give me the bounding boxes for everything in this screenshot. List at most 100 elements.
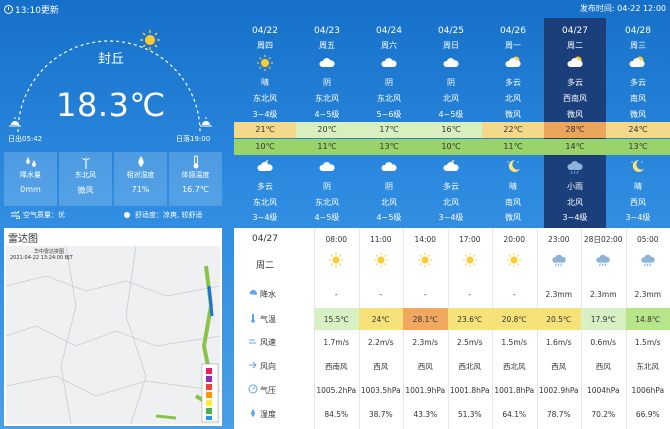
day-weekday: 周一 [505,41,521,50]
radar-map-time: 2021-04-22 13:24:00 BJT [10,255,73,261]
hourly-cell: 1002.9hPa [538,385,579,395]
row-label-text: 气压 [260,385,276,395]
day-wind-level: 4~5级 [314,110,340,119]
hourly-row-wind_speed: 风速 1.7m/s 2.2m/s 2.3m/s 2.5m/s 1.5m/s 1.6m/s 0.… [234,334,670,350]
rain-icon [566,158,584,179]
hourly-cell: 51.3% [457,409,482,419]
hourly-cell: 1.7m/s [323,337,350,347]
hourly-cell: - [423,289,427,299]
hourly-row-icons [234,250,670,270]
hourly-cell: 78.7% [546,409,571,419]
hourly-cell: 2.5m/s [456,337,483,347]
hour-time: 11:00 [369,234,392,244]
hourly-row-rain: 降水 - - - - - 2.3mm 2.3mm 2.3mm [234,286,670,302]
low-temp: 11℃ [296,139,358,155]
day-date: 04/22 [252,26,278,36]
night-wind: 北风 [567,198,583,207]
hourly-cell: 1001.8hPa [449,385,490,395]
low-temp: 13℃ [606,139,670,155]
night-wind-level: 4~5级 [376,213,402,222]
comfort-index: 舒适度：凉爽, 较舒适 [122,210,202,220]
low-temp: 13℃ [358,139,420,155]
hourly-cell: 2.3mm [589,289,617,299]
hourly-cell: - [512,289,516,299]
partly-cloudy-icon [628,54,646,75]
day-condition: 阴 [323,78,331,87]
high-temp: 20℃ [296,122,358,138]
day-wind-level: 4~5级 [438,110,464,119]
hourly-cell: 14.8℃ [625,308,670,330]
city-name: 封丘 [97,52,124,67]
current-stats: 降水量 0mm 东北风 微风 相对湿度 71% 体感温度 16.7℃ [4,152,222,206]
hourly-cell: 2.3mm [634,289,662,299]
hour-time: 17:00 [458,234,481,244]
wind-direction-icon [248,360,258,372]
hourly-cell: 西风 [595,361,611,371]
night-wind: 北风 [443,198,459,207]
low-temp: 14℃ [544,139,606,155]
night-wind: 北风 [381,198,397,207]
stat-value: 16.7℃ [182,185,209,194]
hourly-cell: 17.9℃ [581,308,626,330]
cloud-icon [380,54,398,75]
day-column[interactable]: 04/22 周四晴东北风 3~4级 21℃ 10℃ 多云 东北风 3~4级 [234,18,296,228]
stat-feels-like: 体感温度 16.7℃ [169,152,222,206]
hour-time: 20:00 [503,234,526,244]
rain-icon [626,250,670,270]
day-column[interactable]: 04/27 周二 多云 西南风 微风 28℃ 14℃ 小雨 北风 3~4级 [544,18,606,228]
hourly-row-humidity: 湿度 84.5% 38.7% 43.3% 51.3% 64.1% 78.7% 70.2% 66.… [234,406,670,422]
cloud-icon [318,54,336,75]
day-column[interactable]: 04/24 周六阴东北风 5~6级 17℃ 13℃ 阴北风 4~5级 [358,18,420,228]
night-condition: 多云 [443,182,459,191]
comfort-text: 舒适度：凉爽, 较舒适 [135,211,203,219]
high-temp: 21℃ [234,122,296,138]
day-column[interactable]: 04/23 周五阴东北风 4~5级 20℃ 11℃ 阴东北风 4~5级 [296,18,358,228]
day-column[interactable]: 04/26 周一 多云 北风 微风 22℃ 11℃ 晴南风 微风 [482,18,544,228]
night-wind-level: 3~4级 [438,213,464,222]
cloud-icon [442,54,460,75]
raindrops-icon [25,157,36,167]
row-label: 气温 [234,308,314,330]
hourly-cell: 43.3% [413,409,438,419]
day-wind: 北风 [505,94,521,103]
night-condition: 晴 [509,182,517,191]
hourly-cell: - [379,289,383,299]
sun-icon [492,250,537,270]
hourly-cell: 西南风 [325,361,348,371]
wind-speed-icon [248,336,258,348]
sun-icon [359,250,404,270]
hourly-cell: 28.1℃ [403,308,448,330]
sun-icon [256,54,274,75]
rain-icon [581,250,626,270]
day-weekday: 周六 [381,41,397,50]
hourly-cell: 1.5m/s [501,337,528,347]
day-condition: 多云 [505,78,521,87]
high-temp: 16℃ [420,122,482,138]
day-weekday: 周三 [630,41,646,50]
night-wind-level: 3~4级 [252,213,278,222]
radar-panel: 雷达图 华中雷达拼图 2021-04-22 13:24:00 BJT [4,228,222,426]
row-label-text: 气温 [260,314,276,324]
windmill-icon [80,156,91,169]
hourly-cell: 24℃ [358,308,403,330]
hourly-cell: 20.5℃ [536,308,581,330]
day-wind-level: 微风 [505,110,521,119]
hourly-cell: 2.2m/s [367,337,394,347]
update-time-label: 13:10更新 [15,6,59,16]
night-wind: 西风 [630,198,646,207]
radar-map[interactable]: 华中雷达拼图 2021-04-22 13:24:00 BJT [5,245,221,425]
comfort-icon [124,212,130,218]
high-temp: 28℃ [544,122,606,138]
high-temp: 17℃ [358,122,420,138]
cloud-icon [318,158,336,179]
day-condition: 阴 [385,78,393,87]
hourly-cell: 15.5℃ [314,308,359,330]
hour-time: 14:00 [414,234,437,244]
day-column[interactable]: 04/28 周三 多云 南风 微风 24℃ 13℃ 晴西风 3~4级 [606,18,670,228]
stat-label: 降水量 [20,171,41,179]
row-label-text: 风向 [260,361,276,371]
day-column[interactable]: 04/25 周日阴北风 4~5级 16℃ 10℃ 多云 北风 3~4级 [420,18,482,228]
day-date: 04/25 [438,26,464,36]
row-label: 湿度 [234,406,314,422]
hourly-cell: 20.8℃ [492,308,537,330]
